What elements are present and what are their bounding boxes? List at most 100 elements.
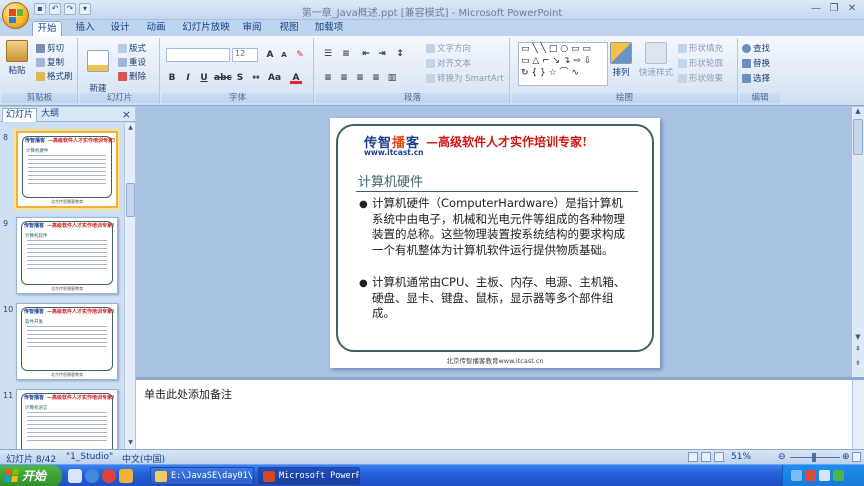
tab-outline[interactable]: 大纲 [38,108,62,122]
numbering-icon[interactable]: ≡ [340,48,352,60]
cut-button[interactable]: 剪切 [36,42,64,54]
panel-close-icon[interactable]: × [122,108,131,121]
align-left-icon[interactable]: ≡ [322,72,334,84]
text-direction-button[interactable]: 文字方向 [426,42,471,54]
shape-outline-button[interactable]: 形状轮廓 [678,57,723,69]
taskbar-item-powerpoint[interactable]: Microsoft PowerP... [258,467,360,485]
panel-scrollbar[interactable]: ▲ ▼ [124,123,135,449]
minimize-icon[interactable]: — [808,2,824,16]
decrease-indent-icon[interactable]: ⇤ [360,48,372,60]
select-button[interactable]: 选择 [742,72,770,84]
tab-view[interactable]: 视图 [274,21,304,36]
delete-button[interactable]: 删除 [118,70,146,82]
next-slide-icon[interactable]: ⇟ [853,359,863,367]
format-painter-button[interactable]: 格式刷 [36,70,73,82]
zoom-out-icon[interactable]: ⊖ [778,452,786,462]
slideshow-view-icon[interactable] [714,452,724,462]
prev-slide-icon[interactable]: ⇞ [853,345,863,353]
close-icon[interactable]: ✕ [844,2,860,16]
shape-effects-button[interactable]: 形状效果 [678,72,723,84]
scroll-down-icon[interactable]: ▼ [126,439,135,448]
layout-button[interactable]: 版式 [118,42,146,54]
clear-format-icon[interactable]: ✎ [294,49,306,61]
bullet-text[interactable]: 计算机通常由CPU、主板、内存、电源、主机箱、硬盘、显卡、键盘、鼠标，显示器等多… [372,275,632,322]
shape-effects-label: 形状效果 [689,74,724,84]
paste-button[interactable]: 粘贴 [4,40,30,76]
fit-slide-icon[interactable] [852,452,861,462]
tab-review[interactable]: 审阅 [237,21,267,36]
bold-icon[interactable]: B [166,72,178,84]
app-icon[interactable] [102,469,116,483]
slide-thumbnail[interactable]: 传智播客 —高级软件人才实作培训专家! 软件开发 北京传智播客教育 [16,303,118,380]
current-slide[interactable]: 传智播客 www.itcast.cn —高级软件人才实作培训专家! 计算机硬件 … [330,118,660,368]
change-case-icon[interactable]: Aa [268,72,281,84]
quick-styles-label: 快速样式 [638,68,673,78]
align-text-button[interactable]: 对齐文本 [426,57,471,69]
tray-icon[interactable] [791,470,802,481]
justify-icon[interactable]: ≡ [370,72,382,84]
tab-slides[interactable]: 幻灯片 [2,108,38,122]
powerpoint-icon [263,471,275,482]
copy-button[interactable]: 复制 [36,56,64,68]
tray-icon[interactable] [833,470,844,481]
line-spacing-icon[interactable]: ↕ [394,48,406,60]
reset-button[interactable]: 重设 [118,56,146,68]
quicklaunch-icon[interactable] [68,469,82,483]
scroll-thumb[interactable] [126,183,135,217]
quick-styles-button[interactable]: 快速样式 [636,42,676,78]
restore-icon[interactable]: ❐ [826,2,842,16]
replace-button[interactable]: 替换 [742,57,770,69]
office-button[interactable] [2,2,29,29]
slide-thumbnail[interactable]: 传智播客—高级软件人才实作培训专家! 计算机语言北京传智播客教育 [16,389,118,449]
zoom-in-icon[interactable]: ⊕ [842,452,850,462]
shadow-icon[interactable]: S [234,72,246,84]
tab-slideshow[interactable]: 幻灯片放映 [180,21,232,36]
slide-thumbnail[interactable]: 传智播客 —高级软件人才实作培训专家! 计算机软件 北京传智播客教育 [16,217,118,294]
underline-icon[interactable]: U [198,72,210,84]
columns-icon[interactable]: ▥ [386,72,398,84]
italic-icon[interactable]: I [182,72,194,84]
find-button[interactable]: 查找 [742,42,770,54]
start-button[interactable]: 开始 [0,465,62,486]
font-name-combo[interactable] [166,48,230,62]
scroll-up-icon[interactable]: ▲ [126,124,135,133]
tab-animations[interactable]: 动画 [141,21,171,36]
taskbar-item-explorer[interactable]: E:\JavaSE\day01\... [150,467,254,485]
notes-pane[interactable]: 单击此处添加备注 [136,380,852,449]
tray-icon[interactable] [819,470,830,481]
bullets-icon[interactable]: ☰ [322,48,334,60]
grow-font-icon[interactable]: A [264,49,276,61]
slide-scrollbar[interactable]: ▲ ▼ ⇞ ⇟ [851,107,864,377]
normal-view-icon[interactable] [688,452,698,462]
tray-icon[interactable] [805,470,816,481]
slide-thumbnail[interactable]: 传智播客 —高级软件人才实作培训专家! 计算机硬件 北京传智播客教育 [16,131,118,208]
shrink-font-icon[interactable]: A [278,49,290,61]
tab-home[interactable]: 开始 [32,21,62,36]
char-spacing-icon[interactable]: ↔ [250,72,262,84]
font-color-icon[interactable]: A [290,72,302,84]
tab-addins[interactable]: 加载项 [311,21,347,36]
browser-icon[interactable] [85,469,99,483]
strikethrough-icon[interactable]: abc [214,72,232,84]
shape-fill-button[interactable]: 形状填充 [678,42,723,54]
arrange-button[interactable]: 排列 [608,42,634,78]
slide-title[interactable]: 计算机硬件 [358,171,423,190]
shapes-gallery[interactable]: ▭ ╲ ╲ □ ○ ▭ ▭ ▭ △ ⌐ ↘ ↴ ⇨ ⇩ ↻ { } ☆ ⌒ ∿ [518,42,608,86]
align-right-icon[interactable]: ≡ [354,72,366,84]
font-size-combo[interactable]: 12 [232,48,258,62]
bullet-text[interactable]: 计算机硬件（ComputerHardware）是指计算机系统中由电子，机械和光电… [372,196,632,258]
smartart-button[interactable]: 转换为 SmartArt [426,72,504,84]
tab-insert[interactable]: 插入 [70,21,100,36]
scroll-up-icon[interactable]: ▲ [853,107,863,115]
app-icon[interactable] [119,469,133,483]
zoom-level[interactable]: 51% [731,452,751,462]
increase-indent-icon[interactable]: ⇥ [376,48,388,60]
tab-design[interactable]: 设计 [105,21,135,36]
scroll-thumb[interactable] [853,119,863,155]
scroll-down-icon[interactable]: ▼ [853,333,863,341]
zoom-slider-knob[interactable] [812,453,816,462]
notes-scrollbar[interactable] [852,380,864,449]
align-center-icon[interactable]: ≡ [338,72,350,84]
delete-label: 删除 [129,72,147,82]
sorter-view-icon[interactable] [701,452,711,462]
